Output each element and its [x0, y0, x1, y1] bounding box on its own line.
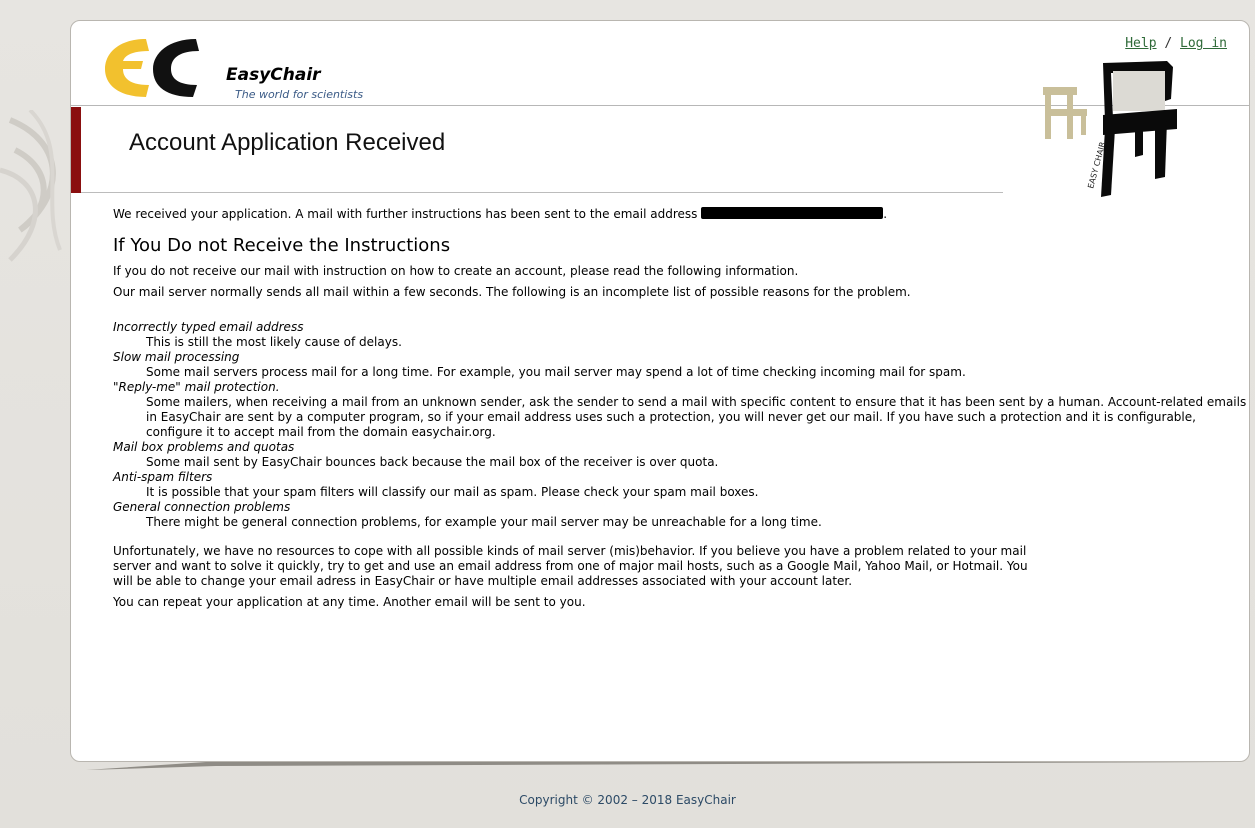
- paragraph-3: Unfortunately, we have no resources to c…: [113, 544, 1028, 588]
- intro-text: We received your application. A mail wit…: [113, 207, 698, 221]
- redacted-email: [701, 207, 884, 219]
- logo-name: EasyChair: [226, 65, 321, 85]
- title-divider: [81, 192, 1003, 193]
- reason-term: Slow mail processing: [113, 350, 240, 364]
- title-accent-bar: [71, 107, 81, 193]
- reasons-list: Incorrectly typed email address This is …: [113, 320, 1253, 530]
- logo-tagline: The world for scientists: [235, 88, 364, 101]
- reason-description: Some mail sent by EasyChair bounces back…: [146, 455, 719, 469]
- reason-term: Mail box problems and quotas: [113, 440, 295, 454]
- footer-copyright: Copyright © 2002 – 2018 EasyChair: [519, 793, 736, 807]
- intro-end: .: [883, 207, 888, 221]
- main-card: EasyChair The world for scientists Help …: [70, 20, 1250, 762]
- reason-term: General connection problems: [113, 500, 291, 514]
- paragraph-4: You can repeat your application at any t…: [113, 595, 586, 609]
- reason-description: Some mailers, when receiving a mail from…: [146, 395, 1247, 439]
- link-separator: /: [1164, 36, 1173, 51]
- easychair-logo[interactable]: EasyChair The world for scientists: [101, 31, 401, 101]
- main-content: We received your application. A mail wit…: [113, 207, 1253, 616]
- background-swirl: [0, 110, 62, 262]
- top-links: Help / Log in: [1125, 36, 1227, 51]
- section-heading: If You Do not Receive the Instructions: [113, 235, 451, 256]
- page-title: Account Application Received: [129, 129, 446, 156]
- help-link[interactable]: Help: [1125, 36, 1156, 51]
- reason-description: It is possible that your spam filters wi…: [146, 485, 759, 499]
- reason-term: "Reply-me" mail protection.: [113, 380, 280, 394]
- reason-term: Incorrectly typed email address: [113, 320, 304, 334]
- reason-description: Some mail servers process mail for a lon…: [146, 365, 966, 379]
- paragraph-1: If you do not receive our mail with inst…: [113, 264, 799, 278]
- paragraph-2: Our mail server normally sends all mail …: [113, 285, 911, 299]
- login-link[interactable]: Log in: [1180, 36, 1227, 51]
- reason-description: There might be general connection proble…: [146, 515, 822, 529]
- reason-description: This is still the most likely cause of d…: [146, 335, 402, 349]
- intro-paragraph: We received your application. A mail wit…: [113, 207, 1253, 222]
- chairs-illustration: EASY CHAIR: [1043, 61, 1177, 197]
- reason-term: Anti-spam filters: [113, 470, 213, 484]
- easychair-logo-icon: [105, 39, 199, 97]
